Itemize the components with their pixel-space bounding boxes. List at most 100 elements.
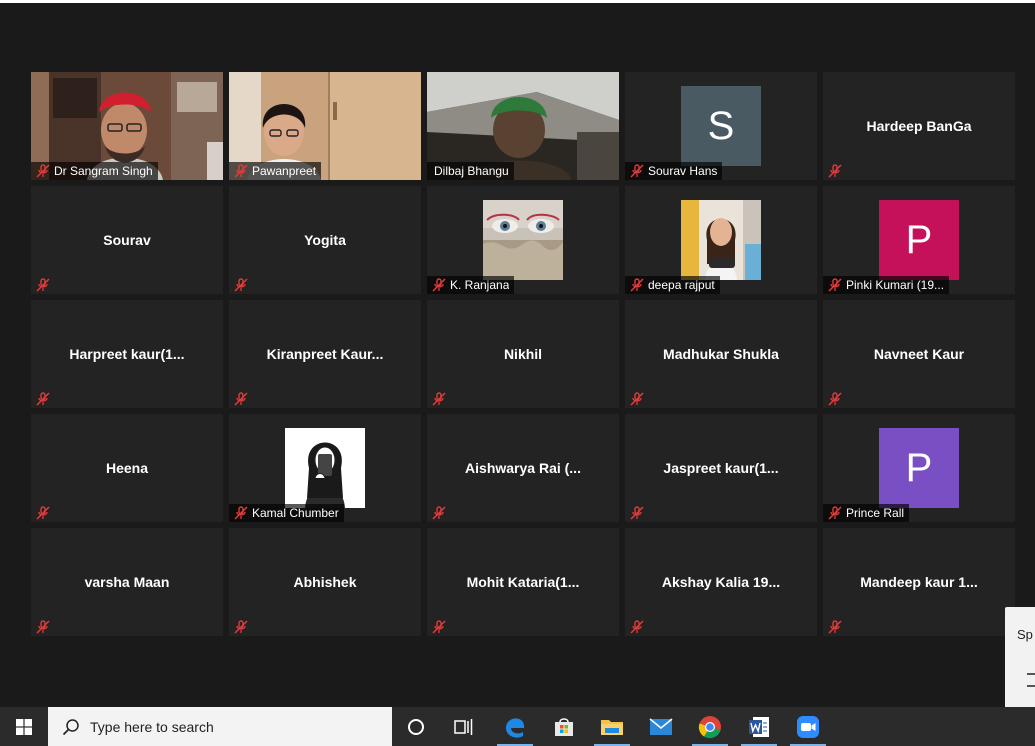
- windows-taskbar: Type here to search: [0, 707, 1035, 746]
- mic-status: [31, 504, 56, 522]
- muted-mic-icon: [828, 278, 842, 292]
- mic-status: [823, 390, 848, 408]
- participant-display-name: Akshay Kalia 19...: [661, 574, 781, 590]
- participant-name: Dilbaj Bhangu: [434, 164, 509, 178]
- participant-tile[interactable]: Sourav: [31, 186, 223, 294]
- muted-mic-icon: [234, 392, 248, 406]
- participant-tile[interactable]: Dr Sangram Singh: [31, 72, 223, 180]
- participant-tile[interactable]: Harpreet kaur(1...: [31, 300, 223, 408]
- muted-mic-icon: [828, 620, 842, 634]
- chrome-button[interactable]: [686, 707, 734, 746]
- muted-mic-icon: [630, 620, 644, 634]
- zoom-button[interactable]: [784, 707, 832, 746]
- participant-display-name: Mandeep kaur 1...: [860, 574, 978, 590]
- mail-button[interactable]: [637, 707, 685, 746]
- gallery-view: Dr Sangram Singh Pawanpreet Dilbaj Bhangu S…: [0, 3, 1035, 707]
- mail-icon: [649, 717, 673, 735]
- participant-display-name: Nikhil: [503, 346, 543, 362]
- participant-name-label: Sourav Hans: [625, 162, 723, 180]
- mic-status: [823, 162, 848, 180]
- search-icon: [62, 718, 79, 735]
- start-button[interactable]: [0, 707, 48, 746]
- participant-display-name: Navneet Kaur: [873, 346, 965, 362]
- avatar-initial: P: [879, 200, 959, 280]
- participant-name-label: Kamal Chumber: [229, 504, 344, 522]
- participant-tile[interactable]: Nikhil: [427, 300, 619, 408]
- participant-tile[interactable]: Dilbaj Bhangu: [427, 72, 619, 180]
- participant-tile[interactable]: Pawanpreet: [229, 72, 421, 180]
- participant-display-name: varsha Maan: [84, 574, 170, 590]
- participant-tile[interactable]: deepa rajput: [625, 186, 817, 294]
- zoom-icon: [797, 715, 819, 738]
- mic-status: [229, 276, 254, 294]
- word-button[interactable]: [735, 707, 783, 746]
- muted-mic-icon: [234, 620, 248, 634]
- participant-tile[interactable]: Hardeep BanGa: [823, 72, 1015, 180]
- mic-status: [31, 618, 56, 636]
- taskbar-search-box[interactable]: Type here to search: [48, 707, 392, 746]
- participant-grid: Dr Sangram Singh Pawanpreet Dilbaj Bhangu S…: [31, 72, 1015, 636]
- participant-tile[interactable]: P Pinki Kumari (19...: [823, 186, 1015, 294]
- profile-picture: [681, 200, 761, 280]
- muted-mic-icon: [630, 278, 644, 292]
- participant-display-name: Aishwarya Rai (...: [465, 460, 581, 476]
- participant-tile[interactable]: Akshay Kalia 19...: [625, 528, 817, 636]
- profile-picture: [483, 200, 563, 280]
- participant-tile[interactable]: Jaspreet kaur(1...: [625, 414, 817, 522]
- chrome-icon: [698, 715, 721, 738]
- side-panel-tab[interactable]: Sp: [1005, 607, 1035, 707]
- participant-tile[interactable]: Heena: [31, 414, 223, 522]
- participant-tile[interactable]: Aishwarya Rai (...: [427, 414, 619, 522]
- store-bag-icon: [555, 717, 573, 736]
- participant-tile[interactable]: P Prince Rall: [823, 414, 1015, 522]
- participant-name: Sourav Hans: [648, 164, 718, 178]
- muted-mic-icon: [36, 278, 50, 292]
- participant-name: K. Ranjana: [450, 278, 510, 292]
- participant-tile[interactable]: Mandeep kaur 1...: [823, 528, 1015, 636]
- muted-mic-icon: [432, 506, 446, 520]
- participant-tile[interactable]: varsha Maan: [31, 528, 223, 636]
- mic-status: [625, 504, 650, 522]
- muted-mic-icon: [432, 620, 446, 634]
- participant-display-name: Yogita: [304, 232, 346, 248]
- participant-tile[interactable]: Abhishek: [229, 528, 421, 636]
- participant-name-label: Pinki Kumari (19...: [823, 276, 950, 294]
- participant-tile[interactable]: Kiranpreet Kaur...: [229, 300, 421, 408]
- participant-tile[interactable]: Kamal Chumber: [229, 414, 421, 522]
- participant-tile[interactable]: Madhukar Shukla: [625, 300, 817, 408]
- muted-mic-icon: [432, 392, 446, 406]
- cortana-circle-icon: [408, 718, 424, 735]
- participant-name: Pinki Kumari (19...: [846, 278, 945, 292]
- participant-display-name: Jaspreet kaur(1...: [663, 460, 779, 476]
- participant-name: deepa rajput: [648, 278, 715, 292]
- avatar-initial: S: [681, 86, 761, 166]
- participant-name-label: Prince Rall: [823, 504, 910, 522]
- edge-icon: [506, 717, 525, 738]
- muted-mic-icon: [630, 164, 644, 178]
- mic-status: [427, 504, 452, 522]
- muted-mic-icon: [234, 278, 248, 292]
- participant-name-label: Pawanpreet: [229, 162, 322, 180]
- muted-mic-icon: [36, 506, 50, 520]
- store-button[interactable]: [540, 707, 588, 746]
- participant-tile[interactable]: Mohit Kataria(1...: [427, 528, 619, 636]
- file-explorer-button[interactable]: [588, 707, 636, 746]
- task-view-button[interactable]: [440, 707, 488, 746]
- mic-status: [823, 618, 848, 636]
- cortana-button[interactable]: [392, 707, 440, 746]
- participant-tile[interactable]: Yogita: [229, 186, 421, 294]
- edge-button[interactable]: [491, 707, 539, 746]
- participant-name-label: K. Ranjana: [427, 276, 515, 294]
- muted-mic-icon: [432, 278, 446, 292]
- muted-mic-icon: [828, 392, 842, 406]
- participant-tile[interactable]: Navneet Kaur: [823, 300, 1015, 408]
- participant-display-name: Harpreet kaur(1...: [69, 346, 185, 362]
- mic-status: [625, 618, 650, 636]
- side-panel-label: Sp: [1017, 627, 1033, 642]
- participant-name: Pawanpreet: [252, 164, 317, 178]
- mic-status: [229, 390, 254, 408]
- participant-tile[interactable]: K. Ranjana: [427, 186, 619, 294]
- participant-tile[interactable]: S Sourav Hans: [625, 72, 817, 180]
- muted-mic-icon: [630, 392, 644, 406]
- mic-status: [427, 390, 452, 408]
